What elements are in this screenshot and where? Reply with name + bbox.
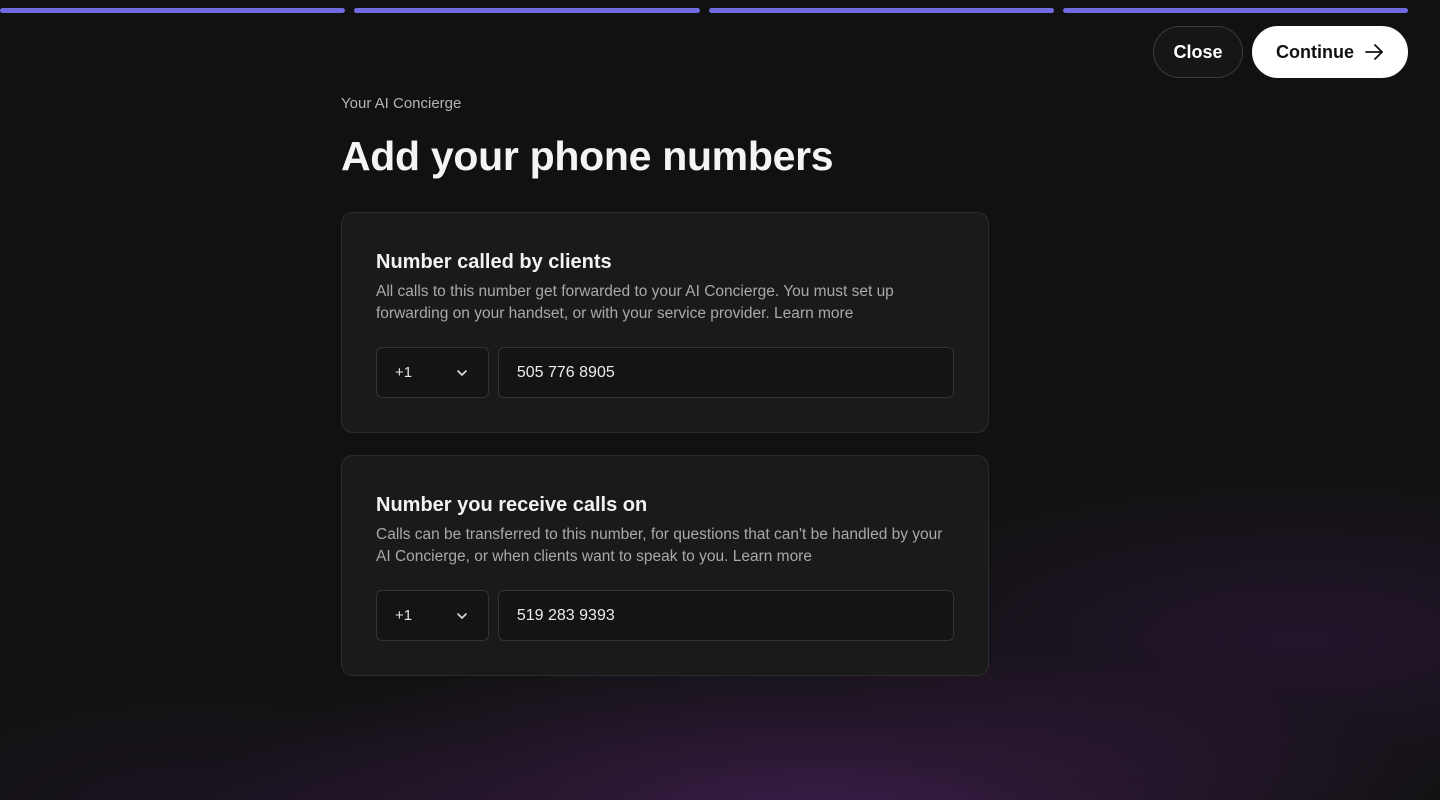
continue-button[interactable]: Continue — [1252, 26, 1408, 78]
close-button-label: Close — [1173, 41, 1223, 62]
phone-row: +1 — [376, 590, 954, 641]
card-description-text: Calls can be transferred to this number,… — [376, 526, 943, 565]
page-eyebrow: Your AI Concierge — [341, 95, 462, 112]
progress-segment-4 — [1062, 8, 1408, 13]
country-code-select[interactable]: +1 — [376, 590, 489, 641]
card-description: Calls can be transferred to this number,… — [376, 524, 946, 568]
top-actions: Close Continue — [1153, 26, 1408, 78]
card-title: Number called by clients — [376, 251, 612, 273]
receive-phone-input[interactable] — [497, 590, 954, 641]
close-button[interactable]: Close — [1153, 26, 1243, 78]
continue-button-label: Continue — [1276, 41, 1354, 62]
learn-more-link[interactable]: Learn more — [774, 305, 853, 322]
clients-phone-input[interactable] — [497, 347, 954, 398]
progress-segment-3 — [708, 8, 1054, 13]
chevron-down-icon — [456, 612, 468, 620]
learn-more-link[interactable]: Learn more — [733, 548, 812, 565]
phone-row: +1 — [376, 347, 954, 398]
card-title: Number you receive calls on — [376, 494, 648, 516]
chevron-down-icon — [456, 369, 468, 377]
progress-bar — [0, 8, 1408, 13]
country-code-value: +1 — [395, 364, 413, 381]
page-title: Add your phone numbers — [341, 133, 834, 179]
receive-calls-number-card: Number you receive calls on Calls can be… — [341, 455, 989, 676]
country-code-value: +1 — [395, 607, 413, 624]
card-description: All calls to this number get forwarded t… — [376, 281, 946, 325]
arrow-right-icon — [1364, 42, 1384, 62]
country-code-select[interactable]: +1 — [376, 347, 489, 398]
progress-segment-1 — [0, 8, 346, 13]
progress-segment-2 — [354, 8, 700, 13]
clients-number-card: Number called by clients All calls to th… — [341, 212, 989, 433]
cards: Number called by clients All calls to th… — [341, 212, 989, 676]
main-content: Your AI Concierge Add your phone numbers… — [341, 94, 989, 676]
